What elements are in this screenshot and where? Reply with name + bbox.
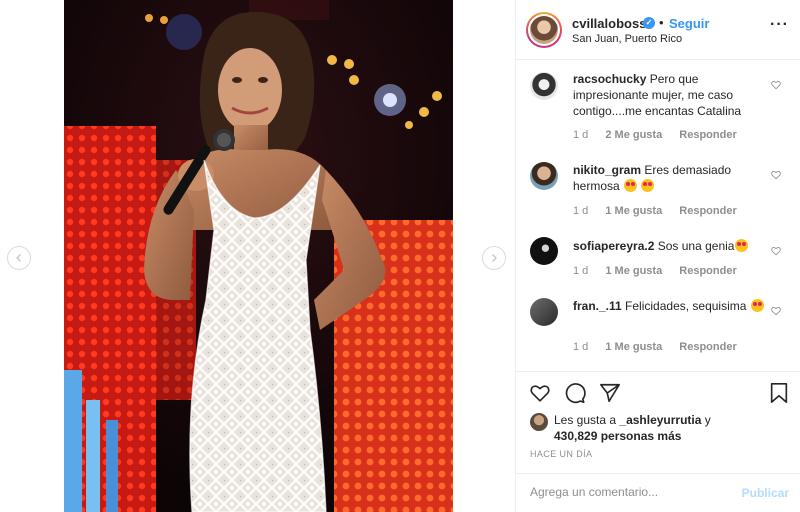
likes-text: Les gusta a _ashleyurrutia y 430,829 per… — [554, 412, 784, 444]
comment-text: Sos una genia — [657, 239, 735, 253]
heart-eyes-emoji-icon — [750, 299, 764, 312]
comment-username[interactable]: fran._.11 — [573, 299, 622, 313]
likes-prefix: Les gusta a — [554, 413, 617, 427]
likes-joiner: y — [704, 413, 711, 427]
comment-body: sofiapereyra.2 Sos una genia — [573, 238, 768, 254]
comment-time: 1 d — [573, 341, 589, 353]
comment-meta: 1 d 1 Me gusta Responder — [573, 205, 751, 217]
comment-username[interactable]: racsochucky — [573, 72, 646, 86]
likes-count[interactable]: 430,829 personas más — [554, 429, 681, 443]
comment-icon[interactable] — [564, 382, 586, 404]
comment-meta: 1 d 2 Me gusta Responder — [573, 129, 751, 141]
like-comment-heart-icon[interactable] — [771, 80, 781, 90]
comment-time: 1 d — [573, 205, 589, 217]
avatar[interactable] — [530, 162, 558, 190]
more-options-icon[interactable]: ··· — [770, 16, 789, 34]
chevron-right-icon — [492, 254, 497, 262]
comment-likes[interactable]: 1 Me gusta — [605, 205, 662, 217]
comment-body: racsochucky Pero que impresionante mujer… — [573, 71, 768, 119]
likes-user[interactable]: _ashleyurrutia — [619, 413, 701, 427]
comment-likes[interactable]: 2 Me gusta — [605, 129, 662, 141]
separator-dot: • — [659, 15, 664, 30]
post-location[interactable]: San Juan, Puerto Rico — [572, 33, 682, 45]
avatar[interactable] — [530, 298, 558, 326]
reply-button[interactable]: Responder — [679, 129, 736, 141]
reply-button[interactable]: Responder — [679, 341, 736, 353]
post-header: cvillaloboss ✓ • Seguir San Juan, Puerto… — [516, 0, 800, 60]
heart-eyes-emoji-icon — [624, 179, 638, 192]
like-comment-heart-icon[interactable] — [771, 306, 781, 316]
comment-time: 1 d — [573, 129, 589, 141]
like-comment-heart-icon[interactable] — [771, 246, 781, 256]
follow-button[interactable]: Seguir — [669, 16, 709, 31]
add-comment-bar: Publicar — [516, 473, 800, 512]
post-side-panel: cvillaloboss ✓ • Seguir San Juan, Puerto… — [515, 0, 800, 512]
reply-button[interactable]: Responder — [679, 205, 736, 217]
avatar[interactable] — [530, 413, 548, 431]
bookmark-icon[interactable] — [768, 382, 790, 404]
comment-meta: 1 d 1 Me gusta Responder — [573, 265, 751, 277]
avatar[interactable] — [530, 237, 558, 265]
heart-eyes-emoji-icon — [641, 179, 655, 192]
avatar[interactable] — [530, 72, 558, 100]
chevron-left-icon — [16, 254, 21, 262]
comment-body: fran._.11 Felicidades, sequisima — [573, 298, 768, 314]
post-photo[interactable] — [64, 0, 453, 512]
heart-eyes-emoji-icon — [735, 239, 749, 252]
comment-meta: 1 d 1 Me gusta Responder — [573, 341, 751, 353]
avatar[interactable] — [526, 12, 562, 48]
post-username[interactable]: cvillaloboss — [572, 16, 646, 31]
next-post-button[interactable] — [482, 246, 506, 270]
previous-post-button[interactable] — [7, 246, 31, 270]
comment-likes[interactable]: 1 Me gusta — [605, 341, 662, 353]
comment-text: Felicidades, sequisima — [625, 299, 747, 313]
share-icon[interactable] — [599, 382, 621, 404]
comment-input[interactable] — [530, 485, 720, 499]
post-timestamp[interactable]: HACE UN DÍA — [530, 449, 592, 459]
comment-body: nikito_gram Eres demasiado hermosa — [573, 162, 768, 194]
comment-likes[interactable]: 1 Me gusta — [605, 265, 662, 277]
like-comment-heart-icon[interactable] — [771, 170, 781, 180]
reply-button[interactable]: Responder — [679, 265, 736, 277]
comment-time: 1 d — [573, 265, 589, 277]
comment-username[interactable]: sofiapereyra.2 — [573, 239, 654, 253]
heart-icon[interactable] — [529, 382, 551, 404]
verified-icon: ✓ — [643, 17, 655, 29]
post-actions: Les gusta a _ashleyurrutia y 430,829 per… — [516, 371, 800, 511]
publish-button[interactable]: Publicar — [742, 486, 789, 500]
comment-username[interactable]: nikito_gram — [573, 163, 641, 177]
post-image — [64, 0, 453, 512]
